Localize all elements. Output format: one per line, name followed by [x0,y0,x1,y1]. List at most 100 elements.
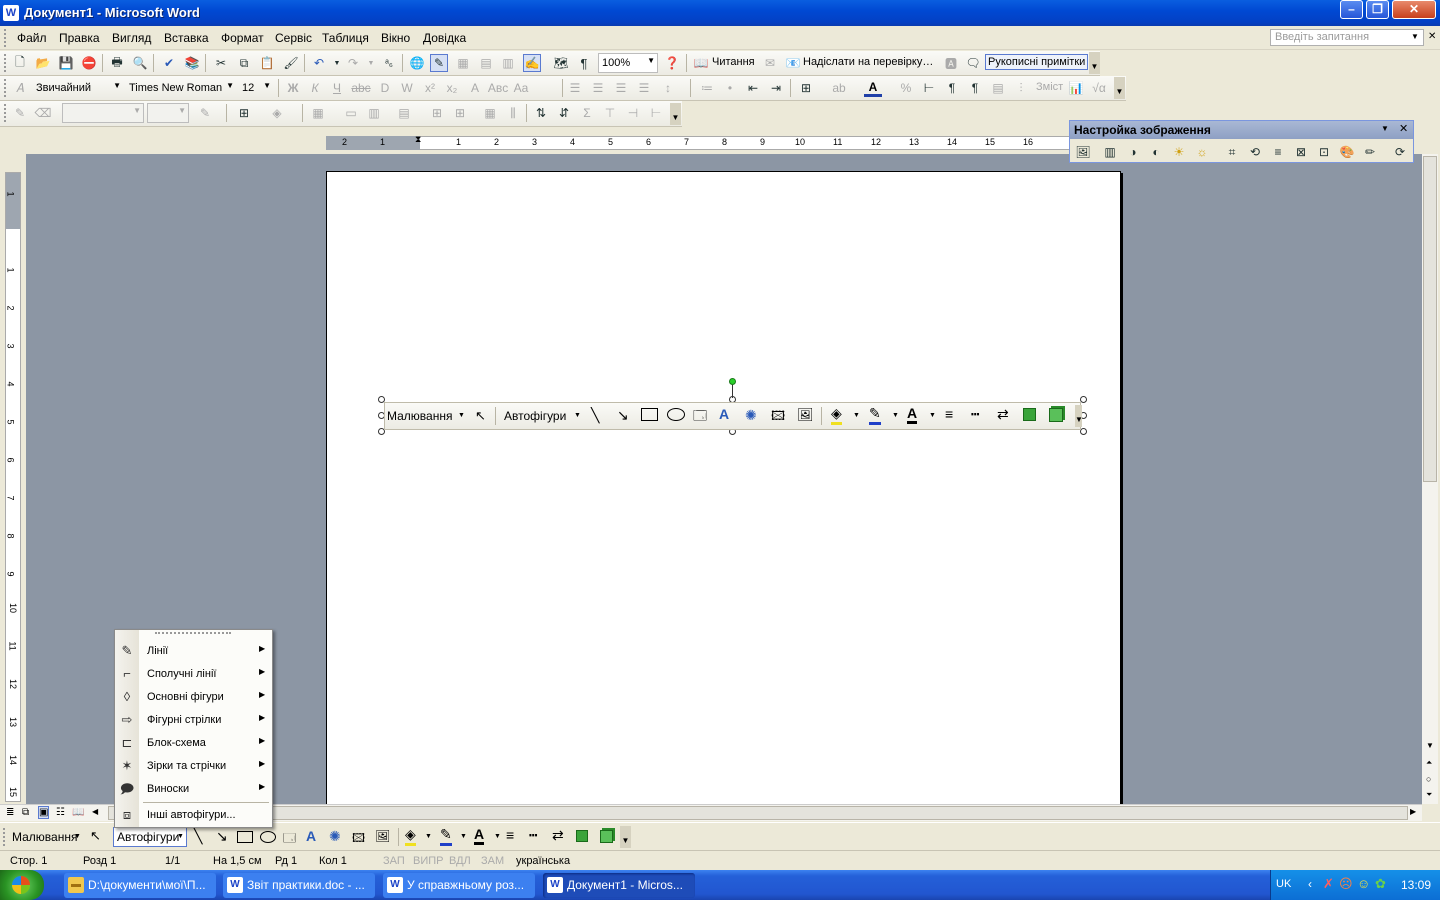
line-style-icon[interactable]: ≡ [945,406,953,422]
style-select[interactable]: Звичайний ▼ [32,78,124,98]
web-view-icon[interactable]: ⧉ [22,807,29,818]
sort-asc-icon[interactable]: ⇅ [532,104,550,122]
send-review-icon[interactable]: 📧 [784,54,802,72]
rotate-left-icon[interactable]: ⟲ [1246,143,1264,161]
menu-insert[interactable]: Вставка [164,31,209,45]
shadow-style-icon[interactable] [1023,408,1036,421]
minimize-button[interactable]: – [1340,0,1363,19]
draw-menu[interactable]: Малювання [387,409,452,423]
clipart-icon[interactable]: 🖾 [771,407,785,429]
menu-tools[interactable]: Сервіс [275,31,312,45]
help-icon[interactable]: ❓ [663,54,681,72]
status-ovr[interactable]: ЗАМ [481,855,504,867]
styles-pane-icon[interactable]: 𝐴 [11,79,29,97]
columns-icon[interactable]: ▥ [499,54,517,72]
align-left-icon[interactable]: ☰ [566,79,584,97]
clipart-icon[interactable]: 🖾 [352,829,365,850]
arrow-icon[interactable]: ↘ [216,828,228,845]
menu-item-callouts[interactable]: 🗩 Виноски ▶ [115,778,272,800]
diagram-icon[interactable]: ✺ [329,828,341,845]
bold-button[interactable]: Ж [284,79,302,97]
show-hidden-icon[interactable]: ‹ [1308,877,1312,891]
scroll-right-icon[interactable]: ▶ [1410,807,1416,816]
borders-icon[interactable]: ⊞ [797,79,815,97]
hyperlink-icon[interactable]: 🌐 [408,54,426,72]
reading-button[interactable]: Читання [712,56,755,68]
redo-dropdown-icon[interactable]: ▼ [362,54,380,72]
toolbar-options-icon[interactable]: ▼ [620,826,631,848]
antivirus-icon[interactable]: ✗ [1323,876,1334,892]
menu-window[interactable]: Вікно [381,31,410,45]
3d-style-icon[interactable] [1049,408,1063,422]
permission-icon[interactable]: ⛔ [80,54,98,72]
textbox-icon[interactable]: 🗔 [693,407,707,429]
word-underline-icon[interactable]: W [398,79,416,97]
superscript-icon[interactable]: x² [421,79,439,97]
bullets-icon[interactable]: • [721,79,739,97]
document-page[interactable] [326,171,1121,811]
menu-help[interactable]: Довідка [423,31,466,45]
select-pointer-icon[interactable]: ↖ [90,828,101,844]
cell-align-icon[interactable]: ▤ [395,104,413,122]
reading-icon[interactable]: 📖 [692,54,710,72]
messenger-icon[interactable]: ☹ [1339,876,1353,892]
double-underline-icon[interactable]: D [376,79,394,97]
drawing-icon[interactable]: ✍ [523,54,541,72]
menu-item-connectors[interactable]: ⌐ Сполучні лінії ▶ [115,663,272,685]
merge-cells-icon[interactable]: ▭ [342,104,360,122]
wordart-icon[interactable]: A [306,828,316,844]
arrow-icon[interactable]: ↘ [617,407,629,424]
language-indicator[interactable]: UK [1276,878,1291,890]
color-icon[interactable]: ▥ [1101,143,1119,161]
toolbar-dropdown-icon[interactable]: ▼ [1381,124,1389,133]
next-page-icon[interactable]: ⏷ [1426,790,1432,800]
italic-button[interactable]: К [306,79,324,97]
subscript-icon[interactable]: x₂ [443,79,461,97]
menu-edit[interactable]: Правка [59,31,100,45]
outline-view-icon[interactable]: ☷ [56,807,65,818]
menu-format[interactable]: Формат [221,31,264,45]
print-icon[interactable]: 🖶 [108,54,126,72]
numbering-icon[interactable]: ≔ [698,79,716,97]
new-doc-icon[interactable]: 🗋 [11,54,29,72]
text-wrapping-icon[interactable]: ⊡ [1315,143,1333,161]
chart-icon[interactable]: 📊 [1067,79,1085,97]
line-spacing-icon[interactable]: ↕ [659,79,677,97]
less-contrast-icon[interactable]: ◐ [1147,143,1165,161]
ink-annotations-icon[interactable]: 🅰 [942,54,960,72]
line-style-icon[interactable]: ≡ [506,827,514,843]
menu-file[interactable]: Файл [17,31,47,45]
justify-icon[interactable]: ☰ [635,79,653,97]
line-icon[interactable]: ╲ [194,828,202,845]
show-hide-icon[interactable]: ¶ [575,54,593,72]
previous-page-icon[interactable]: ⏶ [1426,758,1432,768]
picture-icon[interactable]: 🖼 [797,407,814,423]
3d-style-icon[interactable] [600,830,613,843]
draw-table-icon[interactable]: ✎ [11,104,29,122]
diagram-icon[interactable]: ✺ [745,407,757,424]
split-cells-icon[interactable]: ▥ [365,104,383,122]
strikethrough-icon[interactable]: abc [351,79,370,97]
text-direction-icon[interactable]: ⫼ [504,104,522,122]
taskbar-item-document1[interactable]: W Документ1 - Micros... [543,873,695,898]
status-trk[interactable]: ВИПР [413,855,444,867]
highlight-icon[interactable]: ab [830,79,848,97]
toc-button[interactable]: Зміст [1036,81,1063,93]
ask-question-input[interactable]: Введіть запитання [1270,29,1424,46]
rtl-icon[interactable]: ¶ [966,79,984,97]
menu-drag-handle[interactable] [155,632,231,636]
ink-notes-button[interactable]: Рукописні примітки [985,54,1089,70]
autoshapes-menu[interactable]: Автофігури [504,409,566,423]
text-box-link-icon[interactable]: ▤ [989,79,1007,97]
menu-item-flowchart[interactable]: ⊏ Блок-схема ▶ [115,732,272,754]
insert-table2-icon[interactable]: ▦ [309,104,327,122]
redo-icon[interactable]: ↷ [344,54,362,72]
scroll-down-icon[interactable]: ▼ [1426,741,1434,750]
copy-icon[interactable]: ⧉ [235,54,253,72]
normal-view-icon[interactable]: ≣ [6,807,14,818]
increase-indent-icon[interactable]: ⇥ [767,79,785,97]
reset-picture-icon[interactable]: ⟳ [1391,143,1409,161]
menu-item-lines[interactable]: ✎ Лінії ▶ [115,640,272,662]
more-contrast-icon[interactable]: ◑ [1124,143,1142,161]
outline-icon[interactable]: Aa [512,79,530,97]
